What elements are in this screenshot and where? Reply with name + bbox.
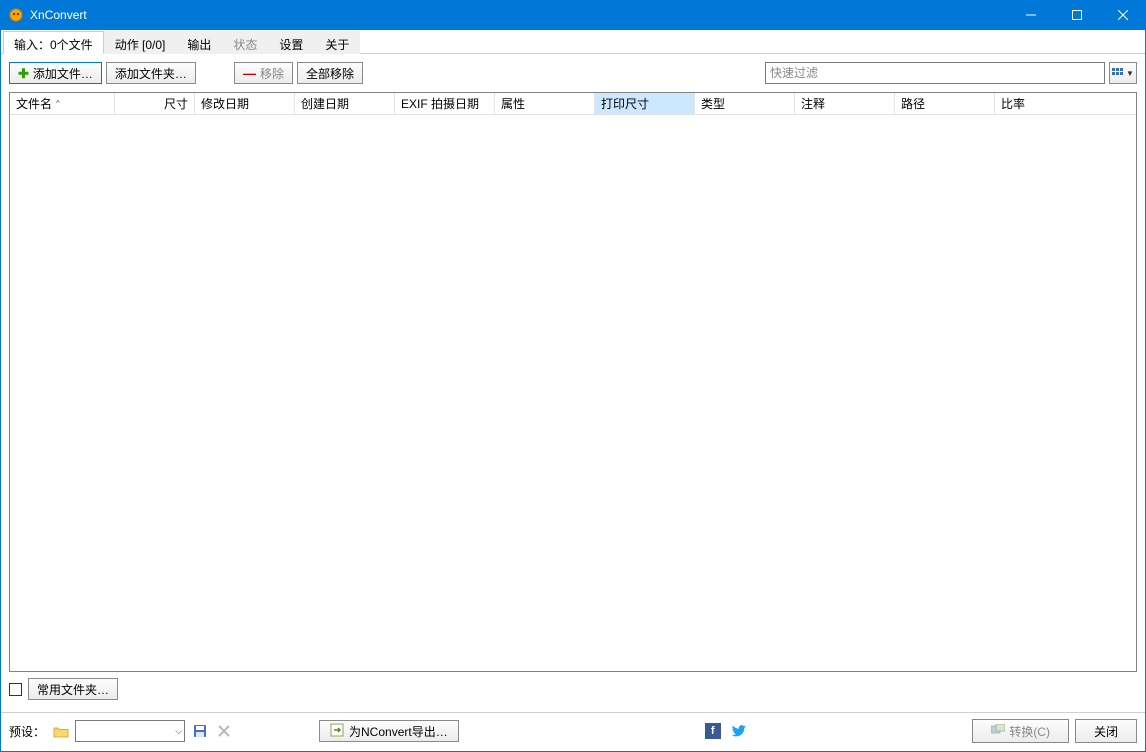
convert-icon <box>991 724 1005 738</box>
titlebar: XnConvert <box>0 0 1146 30</box>
column-ratio[interactable]: 比率 <box>995 93 1136 114</box>
hot-folders-label: 常用文件夹… <box>37 681 109 698</box>
column-comment[interactable]: 注释 <box>795 93 895 114</box>
column-filename[interactable]: 文件名 ^ <box>10 93 115 114</box>
below-table-row: 常用文件夹… <box>9 678 1137 700</box>
chevron-down-icon: ▼ <box>1126 69 1134 78</box>
tab-status[interactable]: 状态 <box>222 31 268 54</box>
export-nconvert-button[interactable]: 为NConvert导出… <box>319 720 459 742</box>
hot-folders-checkbox[interactable] <box>9 683 22 696</box>
column-size[interactable]: 尺寸 <box>115 93 195 114</box>
view-mode-toggle[interactable]: ▼ <box>1109 62 1137 84</box>
convert-button[interactable]: 转换(C) <box>972 719 1069 743</box>
remove-button[interactable]: — 移除 <box>234 62 293 84</box>
sort-asc-icon: ^ <box>56 99 60 108</box>
tab-about[interactable]: 关于 <box>314 31 360 54</box>
column-filename-label: 文件名 <box>16 95 52 112</box>
file-table[interactable]: 文件名 ^ 尺寸 修改日期 创建日期 EXIF 拍摄日期 属性 打印尺寸 类型 … <box>9 92 1137 672</box>
column-attributes[interactable]: 属性 <box>495 93 595 114</box>
column-created[interactable]: 创建日期 <box>295 93 395 114</box>
tabs: 输入：0个文件 动作 [0/0] 输出 状态 设置 关于 <box>1 30 1145 54</box>
plus-icon: ✚ <box>18 67 29 80</box>
column-print-size[interactable]: 打印尺寸 <box>595 93 695 114</box>
remove-all-button[interactable]: 全部移除 <box>297 62 363 84</box>
window-controls <box>1008 0 1146 30</box>
table-header: 文件名 ^ 尺寸 修改日期 创建日期 EXIF 拍摄日期 属性 打印尺寸 类型 … <box>10 93 1136 115</box>
convert-label: 转换(C) <box>1009 723 1050 740</box>
delete-preset-button[interactable] <box>215 722 233 740</box>
grid-icon <box>1112 68 1124 78</box>
preset-label: 预设： <box>9 723 45 740</box>
social-links: f <box>705 723 747 739</box>
add-files-label: 添加文件… <box>33 65 93 82</box>
tab-actions[interactable]: 动作 [0/0] <box>104 31 177 54</box>
column-exif-date[interactable]: EXIF 拍摄日期 <box>395 93 495 114</box>
main-area: ✚ 添加文件… 添加文件夹… — 移除 全部移除 ▼ <box>1 54 1145 704</box>
hot-folders-button[interactable]: 常用文件夹… <box>28 678 118 700</box>
quick-filter-input[interactable] <box>765 62 1105 84</box>
folder-icon[interactable] <box>53 724 69 738</box>
bottom-bar: 预设： ⌵ 为NConvert导出… f <box>1 719 1145 751</box>
close-label: 关闭 <box>1094 723 1118 740</box>
divider <box>1 712 1145 713</box>
column-type[interactable]: 类型 <box>695 93 795 114</box>
column-path[interactable]: 路径 <box>895 93 995 114</box>
preset-combo[interactable]: ⌵ <box>75 720 185 742</box>
tab-input[interactable]: 输入：0个文件 <box>3 31 104 54</box>
save-preset-button[interactable] <box>191 722 209 740</box>
minimize-button[interactable] <box>1008 0 1054 30</box>
toolbar: ✚ 添加文件… 添加文件夹… — 移除 全部移除 ▼ <box>9 62 1137 84</box>
export-icon <box>330 723 344 740</box>
export-label: 为NConvert导出… <box>349 723 448 740</box>
tab-output[interactable]: 输出 <box>176 31 222 54</box>
column-modified[interactable]: 修改日期 <box>195 93 295 114</box>
chevron-down-icon: ⌵ <box>175 726 182 737</box>
app-icon <box>8 7 24 23</box>
minus-icon: — <box>243 67 256 80</box>
remove-all-label: 全部移除 <box>306 65 354 82</box>
twitter-icon[interactable] <box>731 723 747 739</box>
window-title: XnConvert <box>30 8 1008 22</box>
tab-settings[interactable]: 设置 <box>268 31 314 54</box>
remove-label: 移除 <box>260 65 284 82</box>
close-button[interactable] <box>1100 0 1146 30</box>
content-area: 输入：0个文件 动作 [0/0] 输出 状态 设置 关于 ✚ 添加文件… 添加文… <box>0 30 1146 752</box>
add-files-button[interactable]: ✚ 添加文件… <box>9 62 102 84</box>
facebook-icon[interactable]: f <box>705 723 721 739</box>
add-folder-button[interactable]: 添加文件夹… <box>106 62 196 84</box>
add-folder-label: 添加文件夹… <box>115 65 187 82</box>
close-app-button[interactable]: 关闭 <box>1075 719 1137 743</box>
maximize-button[interactable] <box>1054 0 1100 30</box>
